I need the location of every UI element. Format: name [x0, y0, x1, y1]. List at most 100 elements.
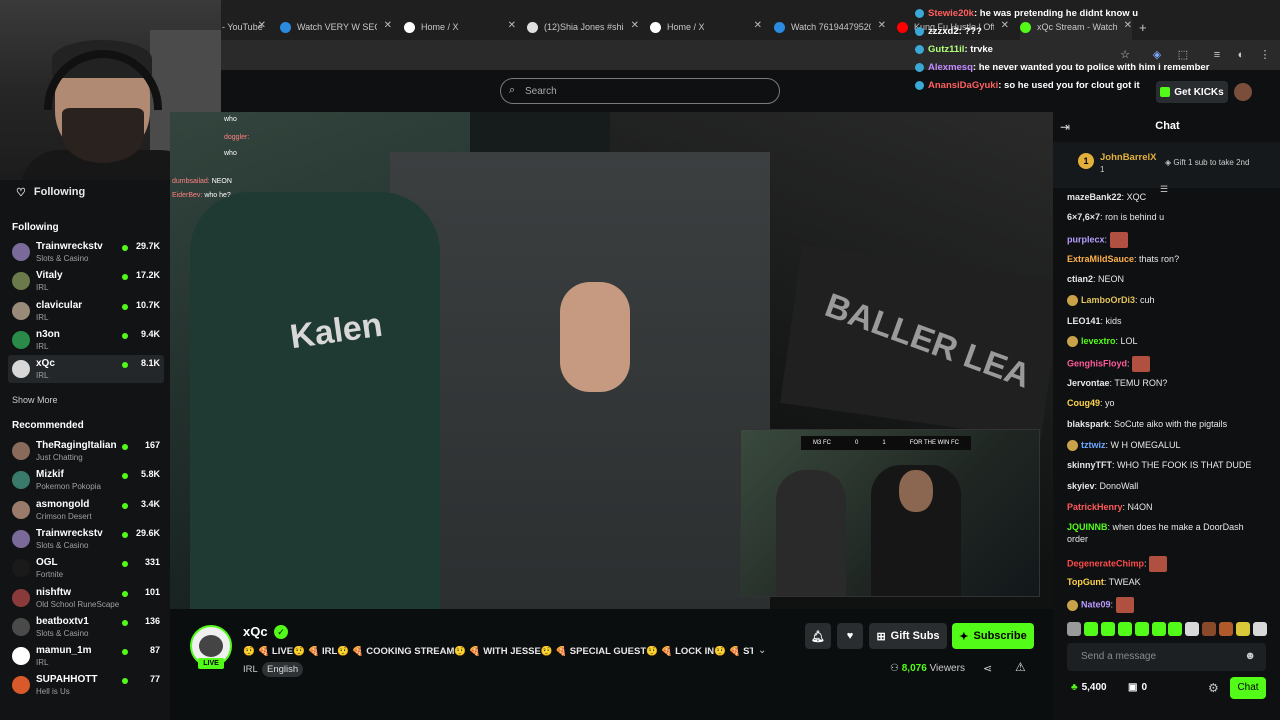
chat-text: thats ron?: [1139, 254, 1180, 264]
channel-row[interactable]: Trainwreckstv Slots & Casino 29.6K: [8, 525, 164, 553]
notification-bell-button[interactable]: 🔔︎: [805, 623, 831, 649]
emoji-picker-icon[interactable]: ☻: [1244, 650, 1256, 662]
gift-subs-button[interactable]: ⊞ Gift Subs: [869, 623, 947, 649]
browser-tab[interactable]: Watch 761944795207 ✕: [774, 14, 886, 40]
channel-row[interactable]: n3on IRL 9.4K: [8, 326, 164, 354]
channel-row[interactable]: Vitaly IRL 17.2K: [8, 267, 164, 295]
emote-icon[interactable]: [1100, 622, 1115, 636]
channel-row[interactable]: Trainwreckstv Slots & Casino 29.7K: [8, 238, 164, 266]
chat-username[interactable]: 6×7,6×7: [1067, 212, 1100, 222]
report-icon[interactable]: ⚠: [1015, 660, 1026, 674]
chat-username[interactable]: Jervontae: [1067, 378, 1110, 388]
chat-username[interactable]: TopGunt: [1067, 577, 1104, 587]
channel-row[interactable]: TheRagingItalian Just Chatting 167: [8, 437, 164, 465]
chat-username[interactable]: PatrickHenry: [1067, 502, 1123, 512]
verified-check-icon: ✓: [274, 625, 288, 639]
chat-username[interactable]: tztwiz: [1081, 440, 1106, 450]
channel-row[interactable]: asmongold Crimson Desert 3.4K: [8, 496, 164, 524]
chevron-down-icon[interactable]: ⌄: [758, 645, 766, 656]
emote-icon[interactable]: [1083, 622, 1098, 636]
category-tag[interactable]: IRL: [243, 664, 258, 675]
chat-username[interactable]: JQUINNB: [1067, 522, 1108, 532]
emote-icon[interactable]: [1236, 622, 1251, 636]
chat-settings-icon[interactable]: ⚙: [1208, 681, 1219, 695]
overlay-chat-text: ???: [964, 26, 982, 37]
following-header[interactable]: ♡ Following: [0, 180, 170, 204]
chat-username[interactable]: GenghisFloyd: [1067, 358, 1127, 368]
video-overlay-chat-user: dumbsailad:: [172, 178, 210, 185]
channel-points[interactable]: ▣ 0: [1128, 682, 1147, 693]
browser-tab[interactable]: - YouTube ✕: [222, 14, 266, 40]
chat-username[interactable]: skinnyTFT: [1067, 460, 1112, 470]
language-tag[interactable]: English: [262, 662, 304, 677]
chat-username[interactable]: ExtraMildSauce: [1067, 254, 1134, 264]
chat-username[interactable]: levextro: [1081, 336, 1116, 346]
close-tab-icon[interactable]: ✕: [754, 20, 762, 31]
pinned-gift-hint[interactable]: ◈ Gift 1 sub to take 2nd: [1165, 158, 1249, 167]
video-overlay-chat: who doggler: who dumbsailad: NEON EiderBev:…: [172, 110, 312, 210]
chat-username[interactable]: ctian2: [1067, 274, 1093, 284]
tab-label: Watch 761944795207: [791, 22, 871, 32]
channel-row[interactable]: nishftw Old School RuneScape 101: [8, 584, 164, 612]
emote-icon[interactable]: [1219, 622, 1234, 636]
chat-username[interactable]: DegenerateChimp: [1067, 558, 1144, 568]
close-tab-icon[interactable]: ✕: [631, 20, 639, 31]
overlay-chat-user: Alexmesq: [928, 62, 973, 73]
emote-icon[interactable]: [1117, 622, 1132, 636]
collapse-chat-icon[interactable]: ⇥: [1060, 120, 1070, 134]
profile-icon[interactable]: ◐: [1234, 48, 1248, 62]
video-overlay-chat-user: doggler:: [224, 134, 250, 141]
browser-tab[interactable]: (12)Shia Jones #shia ✕: [527, 14, 639, 40]
follow-heart-button[interactable]: ♥: [837, 623, 863, 649]
emote-icon[interactable]: [1134, 622, 1149, 636]
channel-row[interactable]: beatboxtv1 Slots & Casino 136: [8, 613, 164, 641]
chat-message: 6×7,6×7: ron is behind u: [1067, 211, 1267, 223]
close-tab-icon[interactable]: ✕: [258, 20, 266, 31]
channel-row[interactable]: clavicular IRL 10.7K: [8, 297, 164, 325]
chat-username[interactable]: purplecx: [1067, 234, 1105, 244]
channel-row[interactable]: Mizkif Pokemon Pokopia 5.8K: [8, 466, 164, 494]
chat-message-input[interactable]: Send a message ☻: [1067, 643, 1266, 671]
streamer-name[interactable]: xQc: [243, 624, 268, 639]
kicks-balance[interactable]: ♣ 5,400: [1071, 682, 1107, 693]
search-input[interactable]: ⌕ Search: [500, 78, 780, 104]
channel-avatar: [12, 330, 30, 349]
channel-category: Hell is Us: [36, 687, 70, 697]
close-tab-icon[interactable]: ✕: [878, 20, 886, 31]
chat-username[interactable]: LamboOrDi3: [1081, 295, 1135, 305]
pinned-gifter-name[interactable]: JohnBarrelX: [1100, 152, 1157, 163]
chat-send-button[interactable]: Chat: [1230, 677, 1266, 699]
close-tab-icon[interactable]: ✕: [384, 20, 392, 31]
channel-row[interactable]: SUPAHHOTT Hell is Us 77: [8, 671, 164, 699]
channel-row[interactable]: mamun_1m IRL 87: [8, 642, 164, 670]
tab-favicon-icon: [280, 21, 291, 33]
chat-username[interactable]: Coug49: [1067, 398, 1100, 408]
emote-icon[interactable]: [1151, 622, 1166, 636]
close-tab-icon[interactable]: ✕: [508, 20, 516, 31]
chat-username[interactable]: Nate09: [1081, 599, 1111, 609]
channel-row[interactable]: OGL Fortnite 331: [8, 554, 164, 582]
chat-username[interactable]: skyiev: [1067, 481, 1095, 491]
channel-name: OGL: [36, 557, 58, 569]
subscribe-button[interactable]: ✦ Subscribe: [952, 623, 1034, 649]
channel-name: beatboxtv1: [36, 615, 89, 627]
chat-message: purplecx:: [1067, 232, 1267, 248]
emote-icon[interactable]: [1185, 622, 1200, 636]
chat-username[interactable]: mazeBank22: [1067, 192, 1122, 202]
browser-tab[interactable]: Home / X ✕: [404, 14, 516, 40]
emote-icon[interactable]: [1168, 622, 1183, 636]
browser-tab[interactable]: Home / X ✕: [650, 14, 762, 40]
chat-username[interactable]: LEO141: [1067, 316, 1101, 326]
share-icon[interactable]: ⋖: [983, 662, 992, 675]
pinned-gifter-count: 1: [1100, 165, 1105, 174]
user-avatar[interactable]: [1234, 83, 1252, 101]
channel-row[interactable]: xQc IRL 8.1K: [8, 355, 164, 384]
browser-menu-icon[interactable]: ⋮: [1258, 48, 1272, 62]
show-more-link[interactable]: Show More: [12, 395, 58, 405]
chat-username[interactable]: blakspark: [1067, 419, 1109, 429]
emote-icon[interactable]: [1252, 622, 1267, 636]
chat-message: skinnyTFT: WHO THE FOOK IS THAT DUDE: [1067, 459, 1267, 471]
browser-tab[interactable]: Watch VERY W SEGM ✕: [280, 14, 392, 40]
emote-icon[interactable]: [1202, 622, 1217, 636]
emote-icon[interactable]: [1067, 622, 1081, 636]
